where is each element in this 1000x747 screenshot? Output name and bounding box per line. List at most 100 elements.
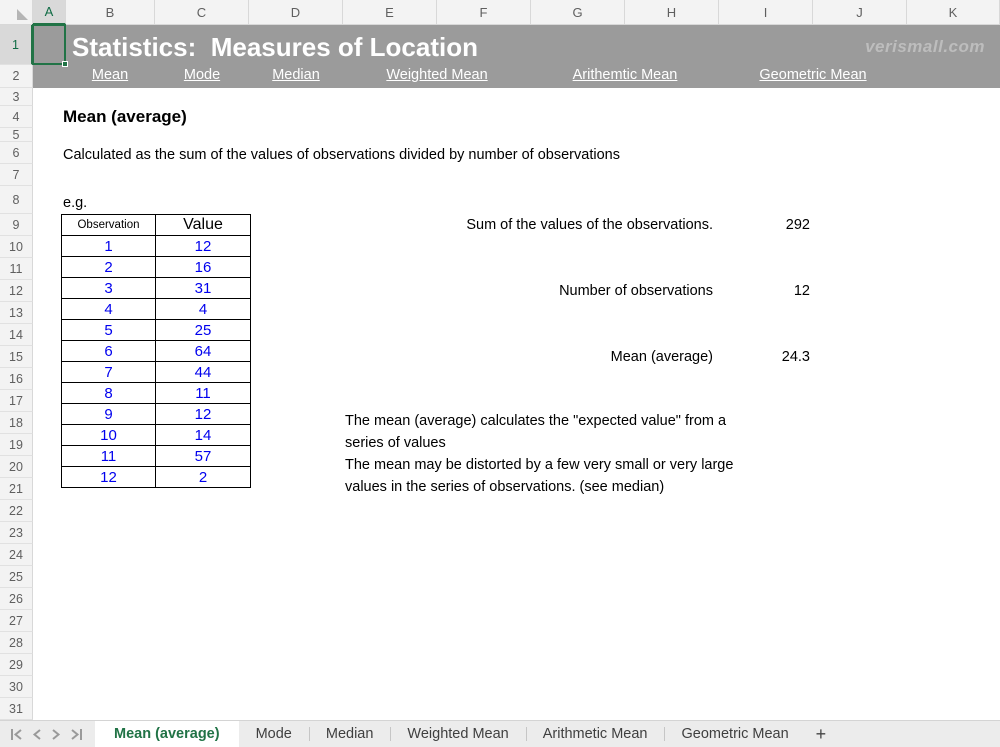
column-header-h[interactable]: H — [625, 0, 719, 25]
add-sheet-button[interactable]: + — [806, 721, 837, 747]
sheet-tab-arithmetic-mean[interactable]: Arithmetic Mean — [526, 721, 665, 747]
row-header-24[interactable]: 24 — [0, 544, 33, 566]
next-sheet-icon[interactable] — [51, 729, 61, 740]
row-header-7[interactable]: 7 — [0, 164, 33, 186]
example-label: e.g. — [63, 195, 87, 211]
table-cell[interactable]: 25 — [156, 320, 251, 341]
stat-value: 292 — [713, 217, 810, 233]
row-header-10[interactable]: 10 — [0, 236, 33, 258]
table-cell[interactable]: 14 — [156, 425, 251, 446]
row-header-3[interactable]: 3 — [0, 88, 33, 106]
table-cell[interactable]: 9 — [62, 404, 156, 425]
table-cell[interactable]: 4 — [62, 299, 156, 320]
table-cell[interactable]: 11 — [62, 446, 156, 467]
page-title: Statistics: Measures of Location — [72, 29, 478, 65]
row-header-11[interactable]: 11 — [0, 258, 33, 280]
column-header-g[interactable]: G — [531, 0, 625, 25]
banner-link-arithemtic-mean[interactable]: Arithemtic Mean — [573, 67, 678, 83]
fill-handle[interactable] — [62, 61, 68, 67]
table-cell[interactable]: 5 — [62, 320, 156, 341]
row-header-8[interactable]: 8 — [0, 186, 33, 214]
column-header-j[interactable]: J — [813, 0, 907, 25]
table-cell[interactable]: 6 — [62, 341, 156, 362]
row-header-6[interactable]: 6 — [0, 142, 33, 164]
row-header-1[interactable]: 1 — [0, 25, 33, 65]
table-cell[interactable]: 12 — [156, 404, 251, 425]
row-header-28[interactable]: 28 — [0, 632, 33, 654]
column-header-a[interactable]: A — [33, 0, 66, 25]
table-cell[interactable]: 2 — [156, 467, 251, 488]
row-header-26[interactable]: 26 — [0, 588, 33, 610]
row-header-14[interactable]: 14 — [0, 324, 33, 346]
column-header-e[interactable]: E — [343, 0, 437, 25]
table-cell[interactable]: 4 — [156, 299, 251, 320]
table-cell[interactable]: 7 — [62, 362, 156, 383]
sheet-tab-geometric-mean[interactable]: Geometric Mean — [664, 721, 805, 747]
sheet-tab-mean-average[interactable]: Mean (average) — [95, 721, 239, 747]
first-sheet-icon[interactable] — [10, 729, 23, 740]
banner-link-weighted-mean[interactable]: Weighted Mean — [386, 67, 487, 83]
row-header-16[interactable]: 16 — [0, 368, 33, 390]
table-cell[interactable]: 31 — [156, 278, 251, 299]
stat-label: Number of observations — [283, 283, 713, 299]
banner-link-mode[interactable]: Mode — [184, 67, 220, 83]
value-column-header[interactable]: Value — [156, 215, 251, 236]
select-all-corner[interactable] — [0, 0, 33, 25]
row-header-22[interactable]: 22 — [0, 500, 33, 522]
sheet-canvas[interactable]: Statistics: Measures of Location verisma… — [33, 25, 1000, 720]
table-cell[interactable]: 12 — [156, 236, 251, 257]
row-header-2[interactable]: 2 — [0, 65, 33, 88]
sheet-tab-weighted-mean[interactable]: Weighted Mean — [390, 721, 525, 747]
row-header-12[interactable]: 12 — [0, 280, 33, 302]
column-header-f[interactable]: F — [437, 0, 531, 25]
column-header-i[interactable]: I — [719, 0, 813, 25]
sheet-tab-median[interactable]: Median — [309, 721, 391, 747]
table-cell[interactable]: 44 — [156, 362, 251, 383]
title-banner: Statistics: Measures of Location verisma… — [33, 25, 1000, 88]
column-header-k[interactable]: K — [907, 0, 1000, 25]
spreadsheet-app: ABCDEFGHIJK 1234567891011121314151617181… — [0, 0, 1000, 747]
row-header-20[interactable]: 20 — [0, 456, 33, 478]
column-header-d[interactable]: D — [249, 0, 343, 25]
banner-link-mean[interactable]: Mean — [92, 67, 128, 83]
row-header-19[interactable]: 19 — [0, 434, 33, 456]
observation-column-header[interactable]: Observation — [62, 215, 156, 236]
column-header-c[interactable]: C — [155, 0, 249, 25]
stat-value: 12 — [713, 283, 810, 299]
row-header-18[interactable]: 18 — [0, 412, 33, 434]
table-cell[interactable]: 8 — [62, 383, 156, 404]
sheet-tab-mode[interactable]: Mode — [239, 721, 309, 747]
table-row: 122 — [62, 467, 251, 488]
row-header-27[interactable]: 27 — [0, 610, 33, 632]
table-cell[interactable]: 11 — [156, 383, 251, 404]
selected-cell-a1[interactable] — [32, 24, 66, 65]
table-cell[interactable]: 16 — [156, 257, 251, 278]
last-sheet-icon[interactable] — [70, 729, 83, 740]
row-header-21[interactable]: 21 — [0, 478, 33, 500]
row-header-30[interactable]: 30 — [0, 676, 33, 698]
column-header-b[interactable]: B — [66, 0, 155, 25]
table-cell[interactable]: 3 — [62, 278, 156, 299]
row-header-15[interactable]: 15 — [0, 346, 33, 368]
row-header-25[interactable]: 25 — [0, 566, 33, 588]
row-header-17[interactable]: 17 — [0, 390, 33, 412]
prev-sheet-icon[interactable] — [32, 729, 42, 740]
banner-link-median[interactable]: Median — [272, 67, 320, 83]
table-cell[interactable]: 1 — [62, 236, 156, 257]
row-header-23[interactable]: 23 — [0, 522, 33, 544]
row-header-5[interactable]: 5 — [0, 128, 33, 142]
note-line: The mean (average) calculates the "expec… — [345, 410, 825, 432]
banner-link-geometric-mean[interactable]: Geometric Mean — [759, 67, 866, 83]
row-header-9[interactable]: 9 — [0, 214, 33, 236]
table-cell[interactable]: 12 — [62, 467, 156, 488]
row-header-29[interactable]: 29 — [0, 654, 33, 676]
table-cell[interactable]: 2 — [62, 257, 156, 278]
table-cell[interactable]: 10 — [62, 425, 156, 446]
row-header-4[interactable]: 4 — [0, 106, 33, 128]
note-line: The mean may be distorted by a few very … — [345, 454, 825, 476]
row-header-13[interactable]: 13 — [0, 302, 33, 324]
row-header-31[interactable]: 31 — [0, 698, 33, 720]
table-cell[interactable]: 57 — [156, 446, 251, 467]
sheet-tabs: Mean (average)ModeMedianWeighted MeanAri… — [95, 721, 806, 747]
table-cell[interactable]: 64 — [156, 341, 251, 362]
